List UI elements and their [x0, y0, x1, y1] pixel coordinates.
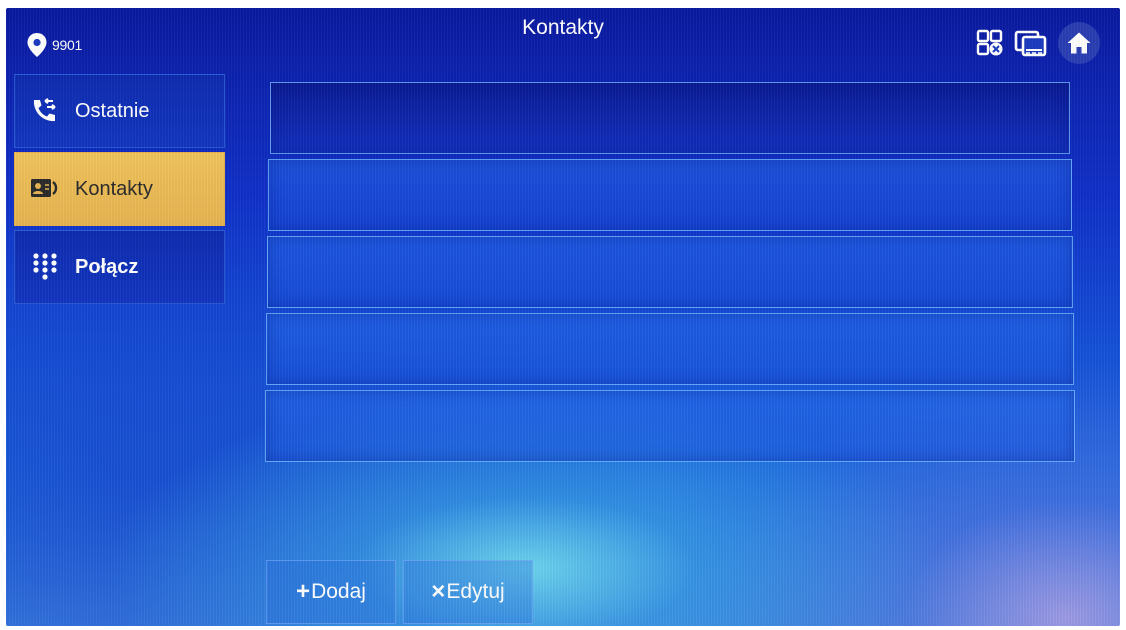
- list-item[interactable]: [265, 390, 1075, 462]
- contact-card-icon: [15, 178, 75, 200]
- monitor-icon[interactable]: [1014, 28, 1048, 58]
- list-item[interactable]: [267, 236, 1073, 308]
- network-disconnected-icon[interactable]: [976, 29, 1004, 57]
- home-icon: [1067, 32, 1091, 54]
- edit-contacts-button[interactable]: × Edytuj: [403, 560, 533, 624]
- list-item[interactable]: [270, 82, 1070, 154]
- sidebar-item-label: Kontakty: [75, 177, 153, 200]
- sidebar-item-label: Ostatnie: [75, 99, 150, 122]
- intercom-screen: 9901 Kontakty Ostatnie Kontakty Połącz +…: [6, 8, 1120, 626]
- list-item[interactable]: [268, 159, 1072, 231]
- list-item[interactable]: [266, 313, 1074, 385]
- add-contact-button[interactable]: + Dodaj: [266, 560, 396, 624]
- close-icon: ×: [431, 578, 446, 605]
- phone-log-icon: [15, 98, 75, 124]
- status-icons: [976, 22, 1100, 64]
- sidebar-item-kontakty[interactable]: Kontakty: [14, 152, 225, 226]
- page-title: Kontakty: [522, 16, 604, 39]
- sidebar-item-polacz[interactable]: Połącz: [14, 230, 225, 304]
- sidebar-item-label: Połącz: [75, 255, 139, 278]
- add-label: Dodaj: [311, 580, 366, 603]
- plus-icon: +: [296, 578, 311, 605]
- sidebar: Ostatnie Kontakty Połącz: [14, 74, 225, 308]
- dialpad-icon: [15, 252, 75, 282]
- sidebar-item-ostatnie[interactable]: Ostatnie: [14, 74, 225, 148]
- edit-label: Edytuj: [446, 580, 505, 603]
- home-button[interactable]: [1058, 22, 1100, 64]
- top-bar: 9901 Kontakty: [6, 8, 1120, 70]
